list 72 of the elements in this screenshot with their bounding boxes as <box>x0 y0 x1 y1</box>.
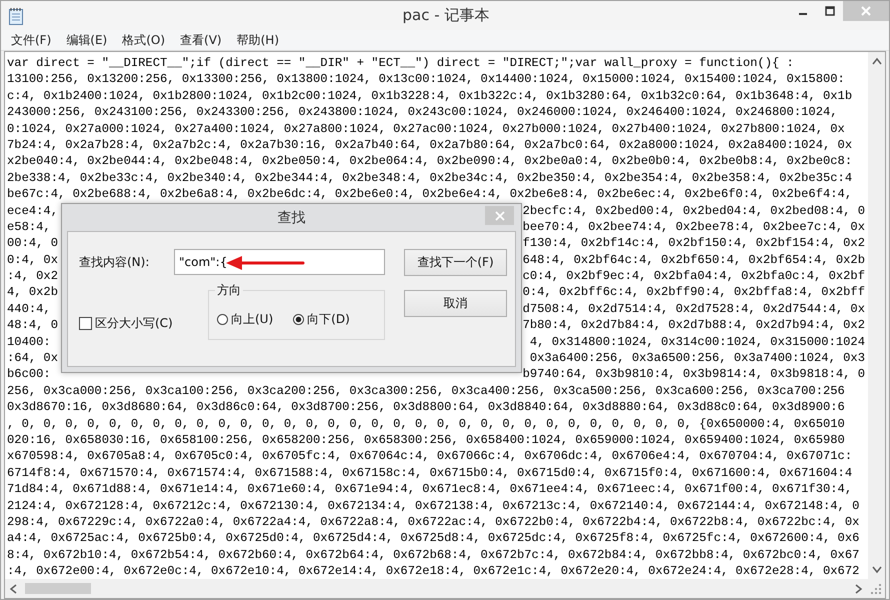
text-line: 440:4, <box>7 300 51 318</box>
text-line: 71d84:4, 0x671d88:4, 0x671e14:4, 0x671e60:4, 0x671e94:4, 0x671ec8:4, 0x671ee4:4, 0x671eec:4, 0x671f00:4, 0x671f30:4, <box>7 482 852 496</box>
text-line: d7508:4, 0x2d7514:4, 0x2d7528:4, 0x2d7544:4, 0x <box>522 300 865 318</box>
scroll-up-icon <box>872 57 882 65</box>
text-line: 4, 0x2b <box>7 284 58 301</box>
text-line: :4, 0x672e00:4, 0x672e0c:4, 0x672e10:4, 0x672e14:4, 0x672e18:4, 0x672e1c:4, 0x672e20:4, 0x672e24:4, 0x672e28:4, 0x672 <box>7 564 860 578</box>
vertical-scrollbar[interactable] <box>868 52 885 579</box>
text-line: 648:4, 0x2bf64c:4, 0x2bf650:4, 0x2bf654:4, 0x2b <box>522 252 865 268</box>
text-line: 48:4, 0 <box>7 317 58 334</box>
text-line: a4:4, 0x6725ac:4, 0x6725b0:4, 0x6725d0:4, 0x6725d4:4, 0x6725d8:4, 0x6725dc:4, 0x6725f8:4, 0x6725fc:4, 0x672600:4, 0x6 <box>7 531 860 546</box>
text-line: 020:16, 0x658030:16, 0x658100:256, 0x658200:256, 0x658300:256, 0x658400:1024, 0x659000:1024, 0x659400:1024, 0x65980 <box>7 432 845 447</box>
field-label: 查找内容(N): <box>79 254 150 270</box>
text-line: var direct = "__DIRECT__";if (direct == "__DIR" + "ECT__") direct = "DIRECT;";var wall_proxy = function(){ : <box>7 56 794 70</box>
text-line: 7b24:4, 0x2a7b28:4, 0x2a7b2c:4, 0x2a7b30:16, 0x2a7b40:64, 0x2a7b80:64, 0x2a7bc0:64, 0x2a8000:1024, 0x2a8400:1024, 0x <box>7 138 852 152</box>
minimize-icon <box>798 13 808 15</box>
text-line: b9740:64, 0x3b9810:4, 0x3b9814:4, 0x3b9818:4, 0 <box>522 366 865 383</box>
scroll-left-icon <box>9 584 17 594</box>
text-line: x670598:4, 0x6705a8:4, 0x6705c0:4, 0x6705fc:4, 0x67064c:4, 0x67066c:4, 0x6706dc:4, 0x6706e4:4, 0x670704:4, 0x67071c: <box>7 449 852 464</box>
text-line: x2be040:4, 0x2be044:4, 0x2be048:4, 0x2be050:4, 0x2be064:4, 0x2be090:4, 0x2be0a0:4, 0x2be0b0:4, 0x2be0b8:4, 0x2be0c8: <box>7 154 852 168</box>
checkbox[interactable] <box>79 317 92 330</box>
menu-item[interactable]: 帮助(H) <box>230 32 285 48</box>
find-next-button[interactable]: 查找下一个(F) <box>404 249 507 276</box>
radio-button[interactable] <box>293 314 304 324</box>
text-line: 00:4, 0 <box>7 235 58 252</box>
menu-item[interactable]: 查看(V) <box>174 32 228 48</box>
text-line: be67c:4, 0x2be688:4, 0x2be6a8:4, 0x2be6dc:4, 0x2be6e0:4, 0x2be6e4:4, 0x2be6e8:4, 0x2be6ec:4, 0x2be6f0:4, 0x2be6f4:4, <box>7 187 852 202</box>
text-line: :64, 0x <box>7 350 58 366</box>
menu-item[interactable]: 文件(F) <box>5 32 58 48</box>
close-icon <box>861 6 871 16</box>
radio-label: 向上(U) <box>231 310 274 328</box>
text-line: e58:4, <box>7 218 51 236</box>
text-line: 256, 0x3ca000:256, 0x3ca100:256, 0x3ca200:256, 0x3ca300:256, 0x3ca400:256, 0x3ca500:256, 0x3ca600:256, 0x3ca700:256 <box>7 384 845 398</box>
maximize-icon <box>824 6 834 16</box>
text-line: 2becfc:4, 0x2bed00:4, 0x2bed04:4, 0x2bed08:4, 0 <box>522 202 865 219</box>
text-line: 0x3a6400:256, 0x3a6500:256, 0x3a7400:1024, 0x3 <box>530 350 865 366</box>
text-line: bee70:4, 0x2bee74:4, 0x2bee78:4, 0x2bee7c:4, 0x <box>522 218 865 236</box>
text-line: 2124:4, 0x672128:4, 0x67212c:4, 0x672130:4, 0x672134:4, 0x672138:4, 0x67213c:4, 0x672140:4, 0x672144:4, 0x672148:4, 0 <box>7 498 860 513</box>
find-field[interactable]: "com":{ <box>174 249 385 275</box>
text-line: 0:1024, 0x27a000:1024, 0x27a400:1024, 0x27a800:1024, 0x27ac00:1024, 0x27b000:1024, 0x27b400:1024, 0x27b800:1024, 0x <box>7 122 845 136</box>
radio-button[interactable] <box>217 314 228 324</box>
text-line: 6714f8:4, 0x671570:4, 0x671574:4, 0x671588:4, 0x67158c:4, 0x6715b0:4, 0x6715d0:4, 0x6715f0:4, 0x671600:4, 0x671604:4 <box>7 466 852 480</box>
text-line: 4, 0x314800:1024, 0x314c00:1024, 0x315000:1024 <box>530 334 865 350</box>
text-line: c:4, 0x1b2400:1024, 0x1b2800:1024, 0x1b2c00:1024, 0x1b3228:4, 0x1b322c:4, 0x1b3280:64, 0x1b32c0:64, 0x1b3648:4, 0x1b <box>7 88 852 103</box>
menu-item[interactable]: 编辑(E) <box>60 32 114 48</box>
text-line: , 0, 0, 0, 0, 0, 0, 0, 0, 0, 0, 0, 0, 0, 0, 0, 0, 0, 0, 0, 0, 0, 0, 0, 0, 0, 0, 0, 0, 0, 0, 0, {0x650000:4, 0x65010 <box>7 416 845 431</box>
text-line: 298:4, 0x67229c:4, 0x6722a0:4, 0x6722a4:4, 0x6722a8:4, 0x6722ac:4, 0x6722b0:4, 0x6722b4:4, 0x6722b8:4, 0x6722bc:4, 0x <box>7 514 860 529</box>
scroll-right-icon <box>855 584 863 594</box>
cancel-button[interactable]: 取消 <box>404 290 507 317</box>
text-line: 13100:256, 0x13200:256, 0x13300:256, 0x13800:1024, 0x13c00:1024, 0x14400:1024, 0x15000:1024, 0x15400:1024, 0x15800: <box>7 72 845 86</box>
text-line: 243000:256, 0x243100:256, 0x243300:256, 0x243800:1024, 0x243c00:1024, 0x246000:1024, 0x246400:1024, 0x246800:1024, <box>7 105 838 120</box>
scroll-thumb[interactable] <box>25 583 91 594</box>
menu-item[interactable]: 格式(O) <box>116 32 172 48</box>
text-line: :4, 0x2 <box>7 268 58 284</box>
text-line: ece4:4, <box>7 202 58 219</box>
scroll-down-icon <box>872 566 882 574</box>
resize-grip-icon <box>870 582 882 594</box>
text-line: 7b80:4, 0x2d7b84:4, 0x2d7b88:4, 0x2d7b94:4, 0x2 <box>522 317 865 334</box>
radio-label: 向下(D) <box>307 310 350 328</box>
text-line: 0x3d8670:16, 0x3d8680:64, 0x3d86c0:64, 0x3d8700:256, 0x3d8800:64, 0x3d8840:64, 0x3d8880:64, 0x3d88c0:64, 0x3d8900:6 <box>7 400 845 414</box>
notepad-icon <box>8 6 24 24</box>
text-line: 8:4, 0x672b10:4, 0x672b54:4, 0x672b60:4, 0x672b64:4, 0x672b68:4, 0x672b7c:4, 0x672b84:4, 0x672bb8:4, 0x672bc0:4, 0x67 <box>7 548 860 562</box>
checkbox-label: 区分大小写(C) <box>95 315 173 332</box>
text-line: 0:4, 0x <box>7 252 58 268</box>
text-line: 2be338:4, 0x2be33c:4, 0x2be340:4, 0x2be344:4, 0x2be348:4, 0x2be34c:4, 0x2be350:4, 0x2be354:4, 0x2be358:4, 0x2be35c:4 <box>7 170 852 185</box>
text-line: c0:4, 0x2bf9ec:4, 0x2bfa04:4, 0x2bfa0c:4, 0x2bf <box>522 268 865 284</box>
text-line: f130:4, 0x2bf14c:4, 0x2bf150:4, 0x2bf154:4, 0x2 <box>522 235 865 252</box>
close-icon <box>494 210 504 220</box>
dialog-title: 查找 <box>278 208 306 226</box>
text-line: b6c00: <box>7 366 51 383</box>
window-title: pac - 记事本 <box>402 6 490 25</box>
text-line: 0:4, 0x2bff6c:4, 0x2bff90:4, 0x2bffa8:4, 0x2bff <box>522 284 865 301</box>
text-line: 10400: <box>7 334 51 350</box>
